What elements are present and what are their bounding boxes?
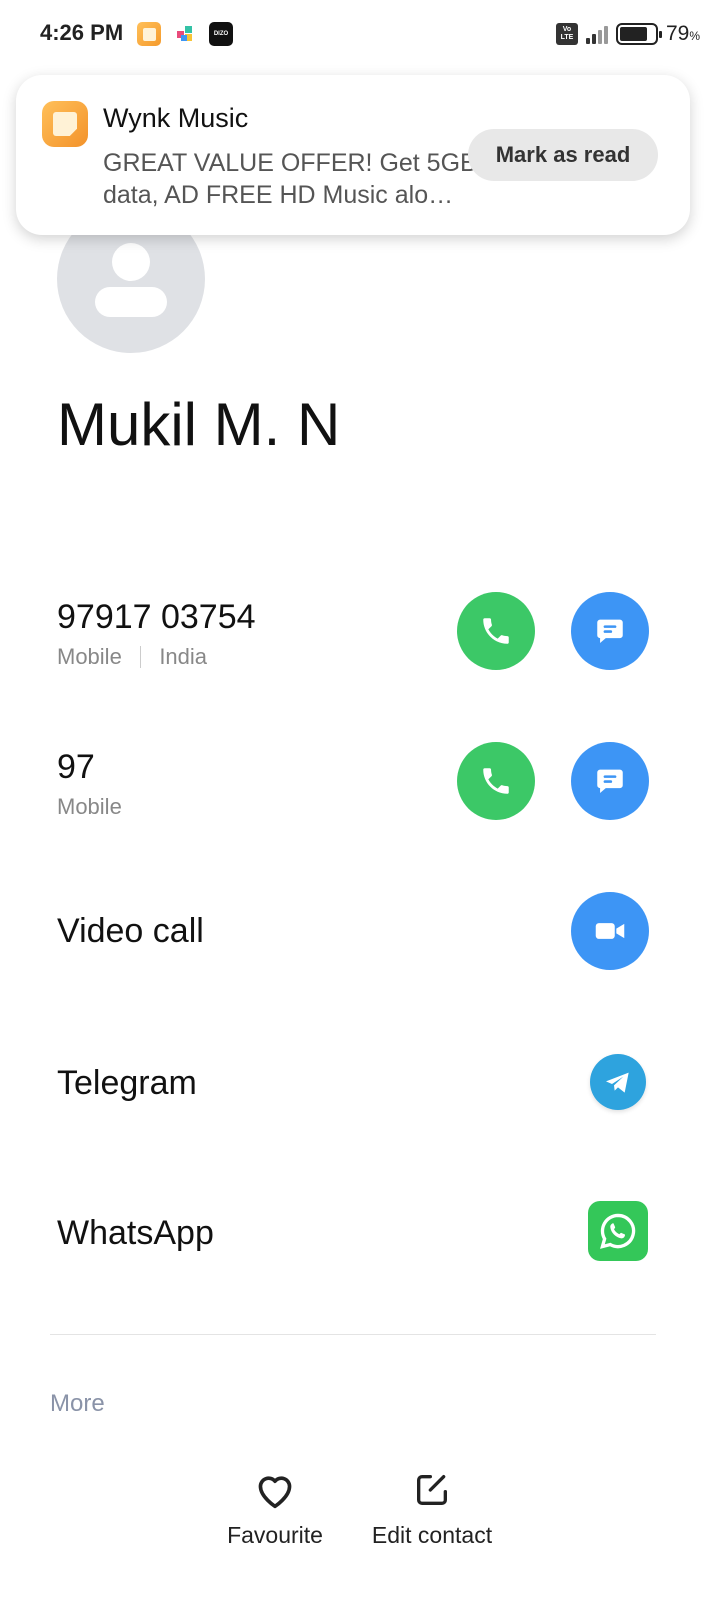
telegram-button[interactable]	[590, 1054, 646, 1110]
message-icon	[597, 619, 623, 644]
battery-percent: 79%	[665, 22, 700, 45]
battery-fill	[619, 27, 647, 41]
whatsapp-row[interactable]: WhatsApp	[0, 1198, 720, 1268]
video-camera-icon	[595, 923, 625, 939]
mark-as-read-button[interactable]: Mark as read	[468, 129, 658, 181]
message-button[interactable]	[571, 592, 649, 670]
wynk-music-app-icon	[42, 101, 88, 147]
phone-number[interactable]: 97	[57, 748, 95, 787]
volte-icon: Vo LTE	[555, 23, 578, 45]
telegram-label: Telegram	[57, 1064, 197, 1102]
heart-icon	[258, 1476, 292, 1509]
notification-card[interactable]: Wynk Music GREAT VALUE OFFER! Get 5GB da…	[16, 75, 690, 235]
notification-body-line-1: GREAT VALUE OFFER! Get 5GB	[103, 149, 473, 177]
whatsapp-label: WhatsApp	[57, 1214, 214, 1252]
edit-contact-button[interactable]: Edit contact	[362, 1470, 502, 1549]
notification-title: Wynk Music	[103, 103, 249, 133]
status-time: 4:26 PM	[40, 20, 124, 45]
more-link[interactable]: More	[50, 1390, 105, 1418]
phone-region: India	[159, 644, 208, 669]
edit-icon	[417, 1475, 447, 1505]
video-call-button[interactable]	[571, 892, 649, 970]
status-indicators: Vo LTE 79%	[555, 22, 700, 46]
contact-name: Mukil M. N	[57, 391, 341, 458]
phone-row[interactable]: 97917 03754 Mobile India	[0, 590, 720, 680]
favourite-label: Favourite	[227, 1522, 323, 1548]
status-app-icons: DIZO	[137, 22, 233, 46]
telegram-row[interactable]: Telegram	[0, 1050, 720, 1120]
divider	[139, 646, 142, 668]
divider	[50, 1334, 656, 1335]
signal-icon	[585, 24, 608, 44]
status-bar: 4:26 PM DIZO Vo LTE 79%	[0, 0, 720, 70]
phone-number[interactable]: 97917 03754	[57, 598, 256, 637]
phone-meta: Mobile India	[57, 644, 207, 670]
notification-body: GREAT VALUE OFFER! Get 5GB data, AD FREE…	[103, 147, 473, 211]
message-button[interactable]	[571, 742, 649, 820]
dizo-icon: DIZO	[209, 22, 233, 46]
phone-meta: Mobile	[57, 794, 122, 820]
favourite-button[interactable]: Favourite	[220, 1470, 330, 1549]
battery-icon	[615, 23, 662, 45]
phone-type: Mobile	[57, 644, 122, 669]
video-call-label: Video call	[57, 912, 204, 950]
edit-contact-label: Edit contact	[371, 1522, 493, 1548]
video-call-row[interactable]: Video call	[0, 892, 720, 972]
telegram-icon	[606, 1072, 629, 1093]
call-button[interactable]	[457, 592, 535, 670]
notification-body-line-2: data, AD FREE HD Music alo…	[103, 181, 454, 209]
whatsapp-button[interactable]	[588, 1201, 648, 1261]
message-icon	[597, 769, 623, 794]
whatsapp-icon	[600, 1213, 636, 1249]
phone-row[interactable]: 97 Mobile	[0, 740, 720, 830]
phone-icon	[483, 618, 509, 644]
call-button[interactable]	[457, 742, 535, 820]
phone-icon	[483, 768, 509, 794]
phone-type: Mobile	[57, 794, 122, 819]
wynk-icon	[137, 22, 161, 46]
puzzle-icon	[173, 22, 197, 46]
